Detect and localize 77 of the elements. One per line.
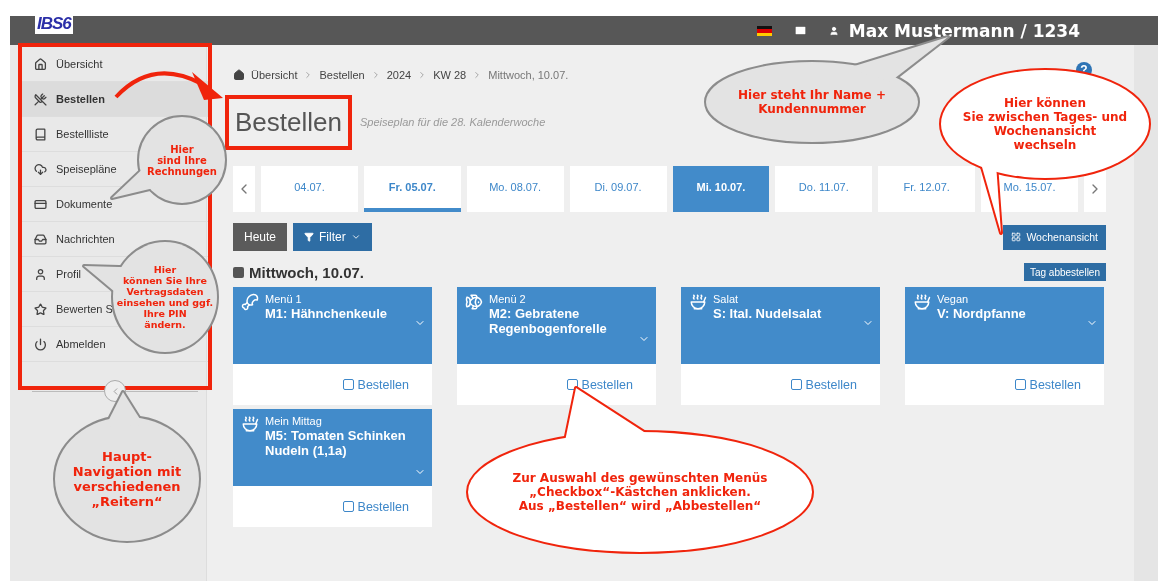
day-tab[interactable]: 04.07. [261,166,358,212]
order-checkbox[interactable]: Bestellen [790,377,857,392]
callout-tooltip-text: Haupt- Navigation mit verschiedenen „Reitern“ [71,449,183,509]
day-tab[interactable]: Di. 09.07. [569,166,667,212]
bowl-icon [241,415,259,433]
menu-category: Menü 1 [265,293,303,305]
dish-name: V: Nordpfanne [937,306,1027,321]
mail-icon[interactable] [793,24,807,37]
callout-tooltip-text: Zur Auswahl des gewünschten Menüs „Checkbox“-Kästchen anklicken. Aus „Bestellen“ wird „Abbestellen“ [511,471,769,513]
star-icon [34,302,47,316]
dish-name: M1: Hähnchenkeule [265,306,389,321]
menu-category: Mein Mittag [265,415,323,427]
card-icon [34,197,47,211]
filter-icon [304,232,315,242]
menu-card-header[interactable]: Salat S: Ital. Nudelsalat [681,287,880,364]
menu-card-header[interactable]: Menü 2 M2: Gebratene Regenbogenforelle [457,287,656,364]
day-tab[interactable]: Mi. 10.07. [672,166,770,212]
day-tab[interactable]: Mo. 08.07. [466,166,564,212]
sidebar-item[interactable]: Abmelden [34,337,106,351]
order-checkbox[interactable]: Bestellen [1014,377,1081,392]
filter-button[interactable]: Filter [293,223,372,251]
cancel-day-button[interactable]: Tag abbestellen [1023,263,1106,281]
sidebar-item[interactable]: Speisepläne [34,162,117,176]
sidebar-item[interactable]: Dokumente [34,197,113,211]
breadcrumb-link[interactable]: KW 28 [433,69,467,81]
sidebar-item[interactable]: Nachrichten [34,232,115,246]
page-title: Bestellen [225,95,352,150]
breadcrumb-link[interactable]: 2024 [386,69,412,81]
flag-icon[interactable] [756,25,772,36]
day-tab[interactable]: Fr. 12.07. [878,166,976,212]
today-button[interactable]: Heute [233,223,288,251]
menu-category: Salat [713,293,740,305]
callout-tooltip-text: Hier sind Ihre Rechnungen [146,143,218,177]
day-tab[interactable]: Do. 11.07. [775,166,873,212]
sidebar-item[interactable]: Profil [34,267,82,281]
book-icon [34,127,47,141]
breadcrumb-link[interactable]: Bestellen [319,69,365,81]
caret-icon [350,232,361,242]
drumstick-icon [241,293,259,311]
menu-card-header[interactable]: Vegan V: Nordpfanne [905,287,1104,364]
menu-category: Vegan [937,293,970,305]
grid-icon [1011,232,1022,242]
callout-tooltip-text: Hier steht Ihr Name + Kundennummer [737,88,887,116]
sidebar-item[interactable]: Bestellen [34,92,105,106]
cutlery-icon [34,92,47,106]
inbox-icon [34,232,47,246]
week-view-button[interactable]: Wochenansicht [1003,224,1106,250]
day-checkbox[interactable] [233,266,244,278]
menu-card-header[interactable]: Menü 1 M1: Hähnchenkeule [233,287,432,364]
user-name[interactable]: Max Mustermann / 1234 [848,20,1080,41]
fish-icon [465,293,483,311]
home-icon [34,57,47,71]
menu-category: Menü 2 [489,293,527,305]
sidebar-item[interactable]: Bewerten S [34,302,113,316]
day-tab[interactable]: Fr. 05.07. [363,166,461,212]
order-checkbox[interactable]: Bestellen [342,377,409,392]
menu-card-header[interactable]: Mein Mittag M5: Tomaten Schinken Nudeln (1,1a) [233,409,432,486]
sidebar-item[interactable]: Bestellliste [34,127,109,141]
day-heading: Mittwoch, 10.07. [249,263,365,281]
power-icon [34,337,47,351]
callout-tooltip-text: Hier können Sie zwischen Tages- und Wochenansicht wechseln [961,96,1129,152]
home-icon[interactable] [233,69,245,81]
dish-name: M2: Gebratene Regenbogenforelle [489,306,608,336]
breadcrumb-link[interactable]: Übersicht [251,69,298,81]
bowl-icon [913,293,931,311]
user-icon [34,267,47,281]
user-icon [828,25,839,36]
logo[interactable]: IBS6 [35,14,73,34]
page-subtitle: Speiseplan für die 28. Kalenderwoche [359,115,546,128]
bowl-icon [689,293,707,311]
dish-name: S: Ital. Nudelsalat [713,306,823,321]
dish-name: M5: Tomaten Schinken Nudeln (1,1a) [265,428,407,458]
sidebar-item[interactable]: Übersicht [34,57,103,71]
callout-tooltip-text: Hier können Sie Ihre Vertragsdaten einsehen und ggf. Ihre PIN ändern. [115,264,215,330]
order-checkbox[interactable]: Bestellen [342,499,409,514]
cloud-download-icon [34,162,47,176]
previous-button[interactable] [233,166,255,212]
